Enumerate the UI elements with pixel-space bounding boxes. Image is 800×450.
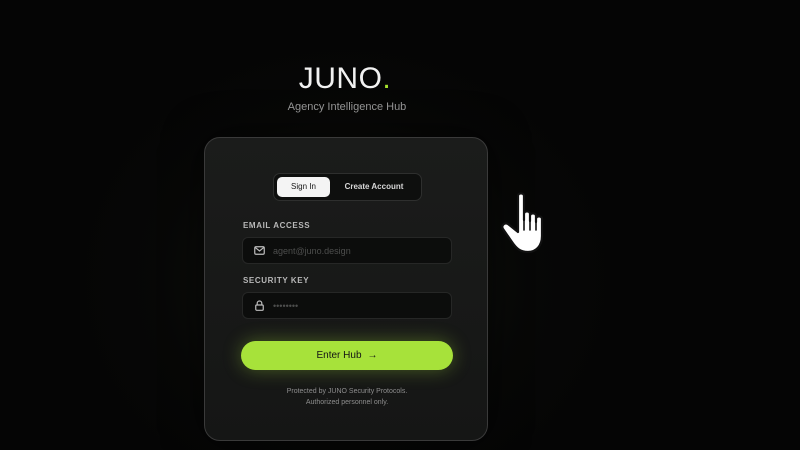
enter-hub-button[interactable]: Enter Hub → bbox=[241, 341, 453, 370]
tab-sign-in[interactable]: Sign In bbox=[277, 177, 330, 197]
auth-tabs: Sign In Create Account bbox=[273, 173, 422, 201]
security-key-label: SECURITY KEY bbox=[243, 276, 310, 285]
mail-icon bbox=[253, 245, 265, 257]
lock-icon bbox=[253, 300, 265, 312]
brand-dot: . bbox=[382, 62, 392, 95]
brand-logo: JUNO. bbox=[0, 62, 690, 96]
enter-hub-label: Enter Hub bbox=[316, 350, 362, 361]
tab-create-account[interactable]: Create Account bbox=[330, 177, 418, 197]
email-label: EMAIL ACCESS bbox=[243, 221, 311, 230]
security-notice-line-1: Protected by JUNO Security Protocols. bbox=[286, 388, 408, 395]
security-notice-line-2: Authorized personnel only. bbox=[305, 399, 389, 406]
brand-tagline: Agency Intelligence Hub bbox=[287, 101, 407, 113]
brand-name: JUNO bbox=[298, 62, 383, 95]
login-card: Sign In Create Account EMAIL ACCESS SECU… bbox=[204, 137, 488, 441]
security-notice: Protected by JUNO Security Protocols. Au… bbox=[205, 386, 489, 408]
login-screen: JUNO. Agency Intelligence Hub Sign In Cr… bbox=[0, 0, 800, 450]
hand-pointer-icon bbox=[501, 192, 544, 254]
security-key-field[interactable] bbox=[242, 292, 452, 319]
security-key-input[interactable] bbox=[273, 300, 443, 311]
email-input[interactable] bbox=[273, 245, 443, 256]
arrow-right-icon: → bbox=[367, 350, 378, 361]
email-field[interactable] bbox=[242, 237, 452, 264]
